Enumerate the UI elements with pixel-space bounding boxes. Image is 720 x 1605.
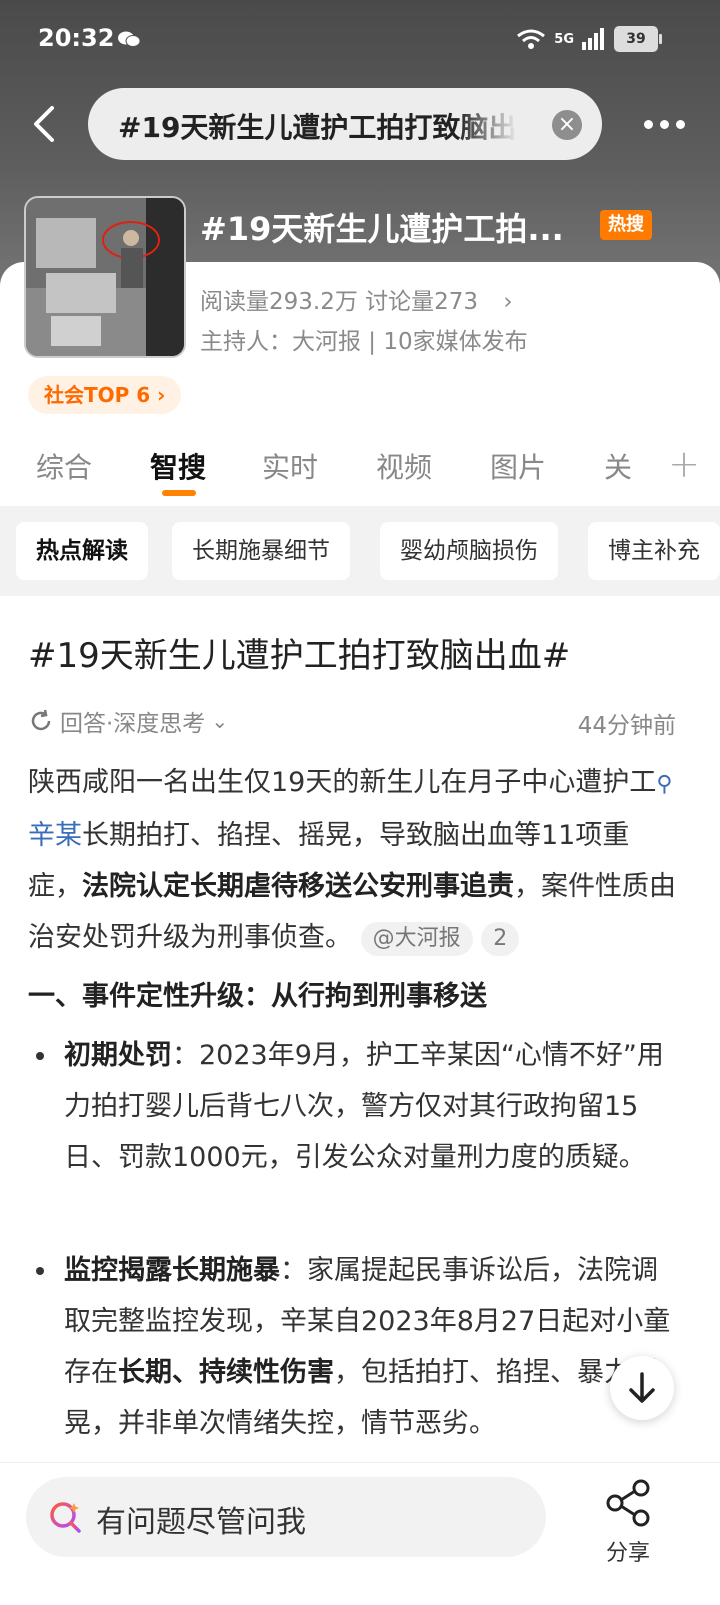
scroll-down-button[interactable] [610,1356,674,1420]
active-tab-indicator [162,490,196,496]
article-title: #19天新生儿遭护工拍打致脑出血# [28,636,571,676]
search-query: #19天新生儿遭护工拍打致脑出血# [118,111,518,144]
topic-stats[interactable]: 阅读量293.2万 讨论量273 › [200,282,513,316]
bottom-bar: 有问题尽管问我 分享 [0,1462,720,1605]
battery-icon: 39 [614,26,662,52]
more-dot [660,119,669,129]
search-input[interactable]: #19天新生儿遭护工拍打致脑出血# × [88,88,602,160]
chevron-right-icon: › [503,289,513,315]
signal-icon [582,28,604,50]
clear-icon[interactable]: × [552,110,582,140]
status-right: 5G 39 [516,26,662,52]
bullet-heading: 监控揭露长期施暴 [64,1255,280,1286]
summary-text: 陕西咸阳一名出生仅19天的新生儿在月子中心遭护工 [28,767,657,798]
chip-hot-interpretation[interactable]: 热点解读 [16,522,148,580]
wechat-icon [118,31,140,47]
chip-brain-injury[interactable]: 婴幼颅脑损伤 [380,522,558,580]
search-icon: ⚲ [656,772,673,797]
answer-mode[interactable]: 回答·深度思考 ⌄ [28,704,228,738]
share-button[interactable]: 分享 [598,1479,658,1567]
stats-text: 阅读量293.2万 讨论量273 [200,289,479,315]
answer-time: 44分钟前 [577,713,676,739]
back-button[interactable] [26,104,62,144]
status-time: 20:32 [38,24,115,52]
ai-search-icon [50,1502,81,1533]
topic-thumbnail[interactable] [24,196,186,358]
tab-smart-search[interactable]: 智搜 [150,446,206,486]
more-dot [644,119,653,129]
chip-blogger-supplement[interactable]: 博主补充 [588,522,720,580]
wifi-icon [517,29,546,49]
plus-icon[interactable]: + [668,442,700,486]
more-button[interactable] [644,112,690,136]
bullet-dot [36,1267,44,1275]
bullet-dot [36,1052,44,1060]
refresh-icon [31,709,51,731]
summary-paragraph: 陕西咸阳一名出生仅19天的新生儿在月子中心遭护工⚲辛某长期拍打、掐捏、摇晃，导致… [28,757,680,963]
list-item: 初期处罚：2023年9月，护工辛某因“心情不好”用力拍打婴儿后背七八次，警方仅对… [36,1030,680,1183]
network-label: 5G [554,31,574,47]
bullet-bold: 长期、持续性伤害 [118,1357,334,1388]
arrow-down-icon [629,1372,655,1403]
ask-input[interactable]: 有问题尽管问我 [26,1477,546,1557]
hot-search-badge: 热搜 [600,210,652,240]
share-icon [606,1479,650,1527]
bullet-heading: 初期处罚 [64,1040,172,1071]
source-count[interactable]: 2 [481,921,520,956]
ask-placeholder: 有问题尽管问我 [96,1505,306,1540]
share-label: 分享 [605,1541,650,1566]
topic-title[interactable]: #19天新生儿遭护工拍... [200,204,564,250]
list-item: 监控揭露长期施暴：家属提起民事诉讼后，法院调取完整监控发现，辛某自2023年8月… [36,1245,680,1449]
tab-realtime[interactable]: 实时 [262,446,318,486]
tab-bar: 综合 智搜 实时 视频 图片 关 + [0,440,720,502]
chip-abuse-details[interactable]: 长期施暴细节 [172,522,350,580]
tab-video[interactable]: 视频 [376,446,432,486]
section-heading: 一、事件定性升级：从行拘到刑事移送 [28,981,487,1012]
rank-badge[interactable]: 社会TOP 6 › [28,376,182,414]
summary-bold: 法院认定长期虐待移送公安刑事追责 [82,871,514,902]
source-tag[interactable]: @大河报 [360,921,473,956]
tab-images[interactable]: 图片 [490,446,546,486]
tab-more[interactable]: 关 [604,446,632,486]
chips-bar: 热点解读 长期施暴细节 婴幼颅脑损伤 博主补充 [0,506,720,596]
answer-label: 回答·深度思考 [60,711,206,737]
link-text: 辛某 [28,820,82,851]
hot-badge-label: 热搜 [608,214,644,235]
chevron-down-icon: ⌄ [211,709,229,733]
status-bar: 20:32 5G 39 [0,0,720,80]
topic-host: 主持人：大河报 | 10家媒体发布 [200,329,528,355]
cctv-image [26,198,184,356]
tab-comprehensive[interactable]: 综合 [36,446,92,486]
more-dot [676,119,685,129]
